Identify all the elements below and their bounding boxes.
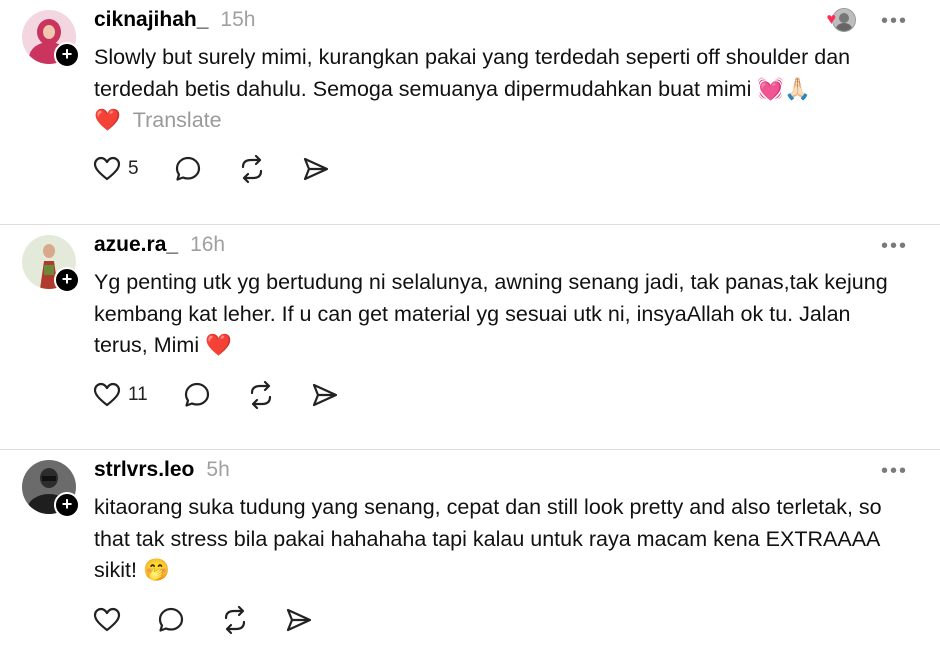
post-header: ciknajihah_ 15h: [94, 8, 255, 36]
comment-icon: [175, 156, 200, 181]
like-button[interactable]: 5: [92, 154, 139, 184]
reaction-heart-icon: ♥: [826, 11, 837, 28]
share-icon: [312, 383, 337, 407]
post-text: Slowly but surely mimi, kurangkan pakai …: [94, 42, 904, 137]
action-bar: 5: [92, 154, 365, 184]
repost-button[interactable]: [220, 605, 250, 635]
post-text-content: Slowly but surely mimi, kurangkan pakai …: [94, 45, 851, 101]
timestamp: 16h: [190, 233, 226, 256]
avatar[interactable]: +: [22, 460, 80, 518]
more-options-icon[interactable]: •••: [881, 10, 908, 33]
like-count: 5: [128, 158, 139, 179]
like-count: 11: [128, 384, 148, 405]
share-icon: [303, 157, 328, 181]
post-text: Yg penting utk yg bertudung ni selalunya…: [94, 270, 888, 357]
heart-icon: [93, 156, 121, 181]
post: + azue.ra_ 16h ••• Yg penting utk yg ber…: [0, 225, 940, 450]
comment-icon: [158, 607, 184, 632]
post-text: kitaorang suka tudung yang senang, cepat…: [94, 495, 882, 582]
more-options-icon[interactable]: •••: [881, 460, 908, 483]
timestamp: 15h: [220, 8, 256, 31]
reactors[interactable]: ♥: [826, 8, 856, 32]
share-button[interactable]: [301, 154, 331, 184]
follow-plus-icon[interactable]: +: [54, 267, 80, 293]
translate-link[interactable]: Translate: [133, 108, 222, 132]
share-icon: [286, 608, 312, 632]
heart-icon: [93, 382, 121, 407]
post: + strlvrs.leo 5h ••• kitaorang suka tudu…: [0, 450, 940, 652]
post: + ciknajihah_ 15h ♥ ••• Slowly but surel…: [0, 0, 940, 225]
avatar[interactable]: +: [22, 235, 80, 293]
action-bar: 11: [92, 380, 374, 410]
avatar[interactable]: +: [22, 10, 80, 68]
follow-plus-icon[interactable]: +: [54, 42, 80, 68]
repost-icon: [241, 154, 262, 184]
like-button[interactable]: 11: [92, 380, 148, 410]
repost-icon: [224, 605, 246, 635]
like-button[interactable]: [92, 605, 122, 635]
repost-button[interactable]: [246, 380, 276, 410]
comment-button[interactable]: [173, 154, 203, 184]
share-button[interactable]: [284, 605, 314, 635]
share-button[interactable]: [310, 380, 340, 410]
heart-icon: [93, 607, 121, 632]
username[interactable]: azue.ra_: [94, 233, 178, 257]
username[interactable]: strlvrs.leo: [94, 458, 194, 482]
comment-button[interactable]: [156, 605, 186, 635]
action-bar: [92, 605, 348, 635]
post-header: azue.ra_ 16h: [94, 233, 225, 261]
comment-button[interactable]: [182, 380, 212, 410]
repost-icon: [250, 380, 271, 410]
post-header: strlvrs.leo 5h: [94, 458, 230, 486]
timestamp: 5h: [206, 458, 230, 481]
follow-plus-icon[interactable]: +: [54, 492, 80, 518]
comment-icon: [184, 382, 209, 407]
post-text-emoji: ❤️: [94, 108, 121, 132]
repost-button[interactable]: [237, 154, 267, 184]
username[interactable]: ciknajihah_: [94, 8, 208, 32]
more-options-icon[interactable]: •••: [881, 235, 908, 258]
